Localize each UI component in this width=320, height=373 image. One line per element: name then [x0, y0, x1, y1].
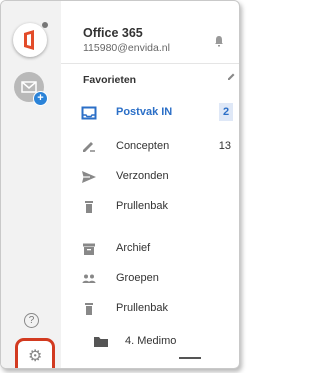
add-account-button[interactable]: + [14, 72, 48, 106]
folder-label: Concepten [116, 140, 170, 152]
folder-label: Postvak IN [116, 106, 173, 118]
groups-icon [82, 274, 96, 283]
folder-item-groepen[interactable]: Groepen [61, 267, 239, 291]
office365-account-button[interactable] [13, 22, 48, 57]
gear-icon: ⚙ [28, 348, 43, 365]
account-name: Office 365 [83, 26, 143, 40]
unread-count-badge: 2 [219, 103, 233, 121]
account-indicator-dot [42, 22, 48, 28]
mail-navigation-pane: + ? ⚙ Office 365 115980@envida.nl Favori… [0, 0, 240, 369]
folder-label: Groepen [116, 272, 159, 284]
folder-item-medimo[interactable]: 4. Medimo [61, 330, 239, 354]
favorites-header: Favorieten [83, 74, 137, 86]
folder-count: 13 [218, 140, 231, 152]
send-icon [82, 171, 96, 183]
folder-item-verzonden[interactable]: Verzonden [61, 165, 239, 189]
folder-item-postvak-in[interactable]: Postvak IN 2 [61, 101, 239, 125]
trash-icon [85, 303, 93, 315]
folder-list-panel: Office 365 115980@envida.nl Favorieten P… [61, 1, 239, 368]
folder-label: Prullenbak [116, 200, 168, 212]
draft-icon [83, 142, 95, 152]
folder-label: Prullenbak [116, 302, 168, 314]
inbox-icon [81, 106, 97, 120]
folder-label: Archief [116, 242, 151, 254]
folder-item-concepten[interactable]: Concepten 13 [61, 135, 239, 159]
folder-item-prullenbak[interactable]: Prullenbak [61, 195, 239, 219]
pencil-icon[interactable] [226, 72, 236, 82]
settings-button[interactable]: ⚙ [15, 338, 55, 368]
plus-icon: + [33, 91, 48, 106]
bell-icon[interactable] [213, 35, 225, 47]
folder-item-prullenbak-2[interactable]: Prullenbak [61, 297, 239, 321]
account-email: 115980@envida.nl [83, 42, 170, 54]
scroll-indicator[interactable] [179, 357, 201, 359]
account-rail: + ? ⚙ [1, 1, 61, 368]
folder-icon [94, 337, 108, 347]
archive-icon [83, 243, 95, 255]
folder-label: Verzonden [116, 170, 169, 182]
header-divider [61, 63, 239, 64]
folder-label: 4. Medimo [125, 335, 177, 347]
trash-icon [85, 201, 93, 213]
folder-item-archief[interactable]: Archief [61, 237, 239, 261]
office-logo-icon [24, 30, 34, 50]
help-icon[interactable]: ? [24, 313, 39, 328]
